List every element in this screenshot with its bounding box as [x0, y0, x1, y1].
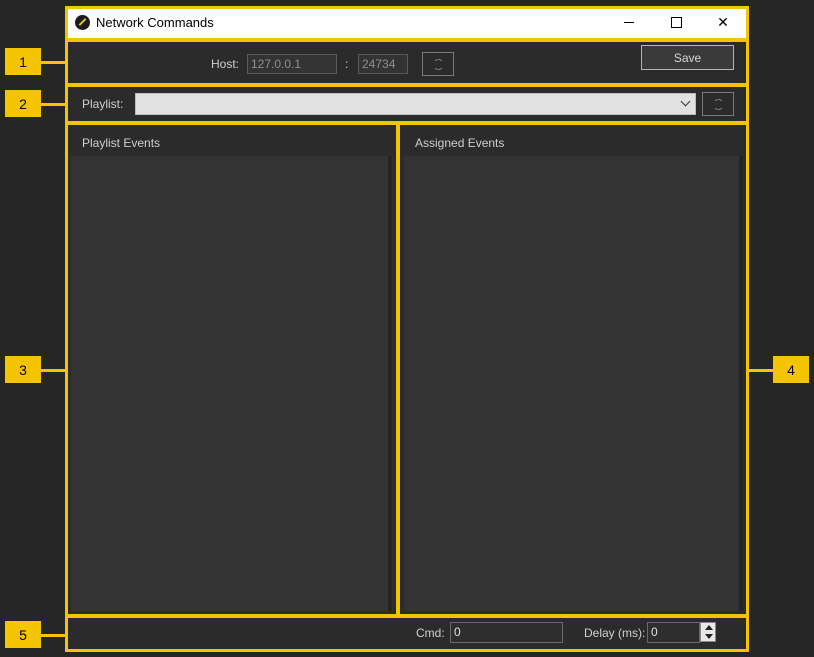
increment-arrow-icon[interactable]	[705, 625, 713, 630]
delay-label: Delay (ms):	[584, 626, 646, 640]
callout-3-connector	[41, 369, 65, 372]
app-logo-icon	[75, 15, 90, 30]
playlist-events-title: Playlist Events	[82, 136, 161, 150]
title-bar[interactable]: Network Commands ✕	[65, 6, 748, 39]
close-button[interactable]: ✕	[700, 6, 746, 39]
close-icon: ✕	[717, 14, 729, 30]
save-button[interactable]: Save	[641, 45, 734, 70]
delay-stepper[interactable]	[700, 622, 716, 642]
refresh-icon	[712, 98, 724, 110]
assigned-events-scrollbar[interactable]	[739, 156, 743, 611]
callout-5: 5	[5, 621, 41, 648]
assigned-events-pane: Assigned Events	[401, 126, 745, 614]
assigned-events-list[interactable]	[404, 156, 742, 611]
callout-4-connector	[749, 369, 773, 372]
minimize-icon	[624, 22, 634, 23]
cmd-label: Cmd:	[416, 626, 445, 640]
cmd-field[interactable]: 0	[450, 622, 563, 643]
callout-3: 3	[5, 356, 41, 383]
chevron-down-icon	[680, 96, 691, 107]
callout-5-connector	[41, 634, 65, 637]
playlist-events-header: Playlist Events	[68, 126, 396, 156]
assigned-events-title: Assigned Events	[415, 136, 505, 150]
host-label: Host:	[211, 57, 240, 71]
refresh-icon	[432, 58, 444, 70]
maximize-button[interactable]	[653, 6, 699, 39]
callout-2: 2	[5, 90, 41, 117]
callout-1-connector	[41, 61, 65, 64]
callout-2-connector	[41, 103, 65, 106]
host-port-field[interactable]: 24734	[358, 54, 408, 74]
playlist-events-pane: Playlist Events	[68, 126, 396, 614]
assigned-events-header: Assigned Events	[401, 126, 745, 156]
minimize-button[interactable]	[606, 6, 652, 39]
delay-field[interactable]: 0	[647, 622, 700, 643]
host-port-separator: :	[345, 57, 349, 71]
playlist-dropdown[interactable]	[135, 93, 696, 115]
maximize-icon	[670, 17, 682, 28]
host-refresh-button[interactable]	[422, 52, 454, 76]
playlist-refresh-button[interactable]	[702, 92, 734, 116]
host-ip-field[interactable]: 127.0.0.1	[247, 54, 337, 74]
callout-1: 1	[5, 48, 41, 75]
window-title: Network Commands	[96, 15, 214, 30]
decrement-arrow-icon[interactable]	[705, 634, 713, 639]
playlist-label: Playlist:	[82, 97, 124, 111]
playlist-events-scrollbar[interactable]	[388, 156, 392, 611]
callout-4: 4	[773, 356, 809, 383]
playlist-events-list[interactable]	[71, 156, 393, 611]
